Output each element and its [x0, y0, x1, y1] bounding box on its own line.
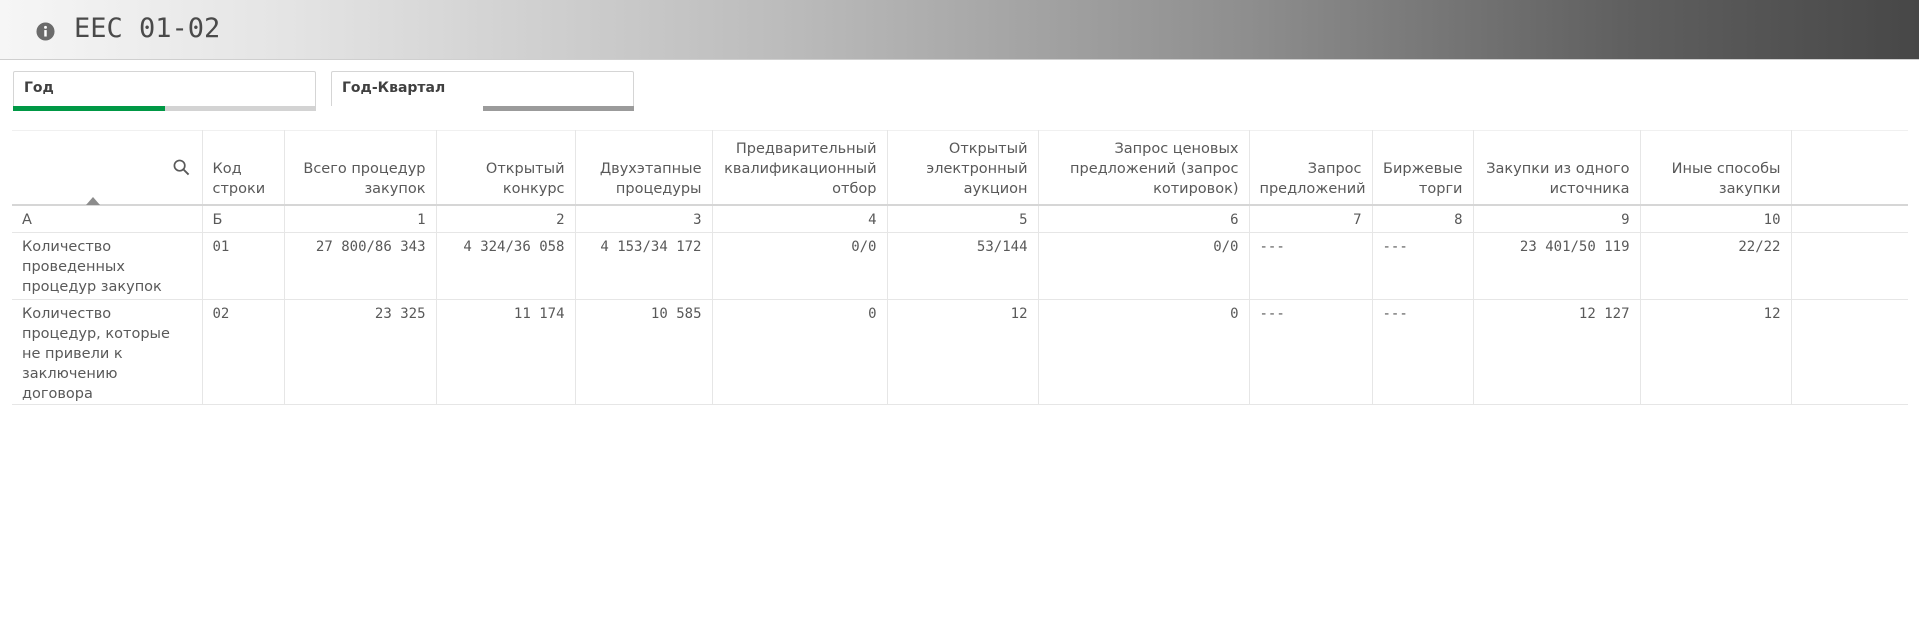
table-cell: 0 [712, 299, 888, 405]
table-cell: 0/0 [1038, 232, 1250, 300]
table-cell: 3 [575, 204, 713, 233]
column-header-price-quotation[interactable]: Запрос ценовых предложений (запрос котир… [1038, 130, 1250, 206]
table-cell: 27 800/86 343 [284, 232, 437, 300]
table-cell: 0 [1038, 299, 1250, 405]
table-cell: --- [1372, 232, 1474, 300]
table-cell-filler [1791, 204, 1908, 233]
table-cell-filler [1791, 299, 1908, 405]
column-header-other-methods[interactable]: Иные способы закупки [1640, 130, 1792, 206]
table-cell: 11 174 [436, 299, 576, 405]
table-row-index: А Б 1 2 3 4 5 6 7 8 9 10 [12, 204, 1908, 233]
column-header-code[interactable]: Код строки [202, 130, 285, 206]
table-cell-filler [1791, 232, 1908, 300]
column-header-filler [1791, 130, 1908, 206]
table-row: Количество проведенных процедур закупок … [12, 232, 1908, 300]
table-cell: 0/0 [712, 232, 888, 300]
column-header-exchange-trading[interactable]: Биржевые торги [1372, 130, 1474, 206]
table-cell: А [12, 204, 203, 233]
filter-year-quarter-state-bar [331, 106, 634, 111]
data-table: Код строки Всего процедур закупок Открыт… [12, 130, 1908, 405]
table-cell: 8 [1372, 204, 1474, 233]
table-cell: 4 [712, 204, 888, 233]
table-cell: 6 [1038, 204, 1250, 233]
table-cell: 12 127 [1473, 299, 1641, 405]
table-cell: 53/144 [887, 232, 1039, 300]
table-cell: 02 [202, 299, 285, 405]
table-cell: 10 [1640, 204, 1792, 233]
column-header-e-auction[interactable]: Открытый электронный аукцион [887, 130, 1039, 206]
table-cell: 22/22 [1640, 232, 1792, 300]
table-cell: 4 324/36 058 [436, 232, 576, 300]
table-cell: 12 [887, 299, 1039, 405]
table-cell: --- [1249, 232, 1373, 300]
row-label-cell[interactable]: Количество процедур, которые не привели … [12, 299, 203, 405]
app-header: EEC 01-02 [0, 0, 1919, 60]
table-header-row: Код строки Всего процедур закупок Открыт… [12, 130, 1908, 206]
filter-year-label: Год [24, 80, 54, 96]
column-header-two-stage[interactable]: Двухэтапные процедуры [575, 130, 713, 206]
row-label-cell[interactable]: Количество проведенных процедур закупок [12, 232, 203, 300]
search-icon[interactable] [173, 159, 190, 176]
filter-year-state-bar [13, 106, 316, 111]
table-cell: 12 [1640, 299, 1792, 405]
column-header-prequalification[interactable]: Предварительный квалификационный отбор [712, 130, 888, 206]
table-cell: 5 [887, 204, 1039, 233]
table-cell: Б [202, 204, 285, 233]
sheet-title: EEC 01-02 [74, 13, 221, 44]
column-header-open-tender[interactable]: Открытый конкурс [436, 130, 576, 206]
table-cell: 1 [284, 204, 437, 233]
table-cell: 4 153/34 172 [575, 232, 713, 300]
sort-ascending-icon[interactable] [86, 196, 100, 205]
table-cell: 23 401/50 119 [1473, 232, 1641, 300]
column-header-total[interactable]: Всего процедур закупок [284, 130, 437, 206]
table-cell: 2 [436, 204, 576, 233]
table-cell: 7 [1249, 204, 1373, 233]
table-cell: 9 [1473, 204, 1641, 233]
table-cell: --- [1372, 299, 1474, 405]
table-cell: 01 [202, 232, 285, 300]
column-header-request-proposals[interactable]: Запрос предложений [1249, 130, 1373, 206]
column-header-single-source[interactable]: Закупки из одного источника [1473, 130, 1641, 206]
filter-year-quarter-label: Год-Квартал [342, 80, 446, 96]
table-cell: 10 585 [575, 299, 713, 405]
table-row: Количество процедур, которые не привели … [12, 299, 1908, 405]
filter-year[interactable]: Год [13, 71, 316, 111]
table-cell: --- [1249, 299, 1373, 405]
column-header-row-name[interactable] [12, 130, 203, 206]
info-icon[interactable] [36, 22, 55, 41]
table-cell: 23 325 [284, 299, 437, 405]
filter-year-quarter[interactable]: Год-Квартал [331, 71, 634, 111]
